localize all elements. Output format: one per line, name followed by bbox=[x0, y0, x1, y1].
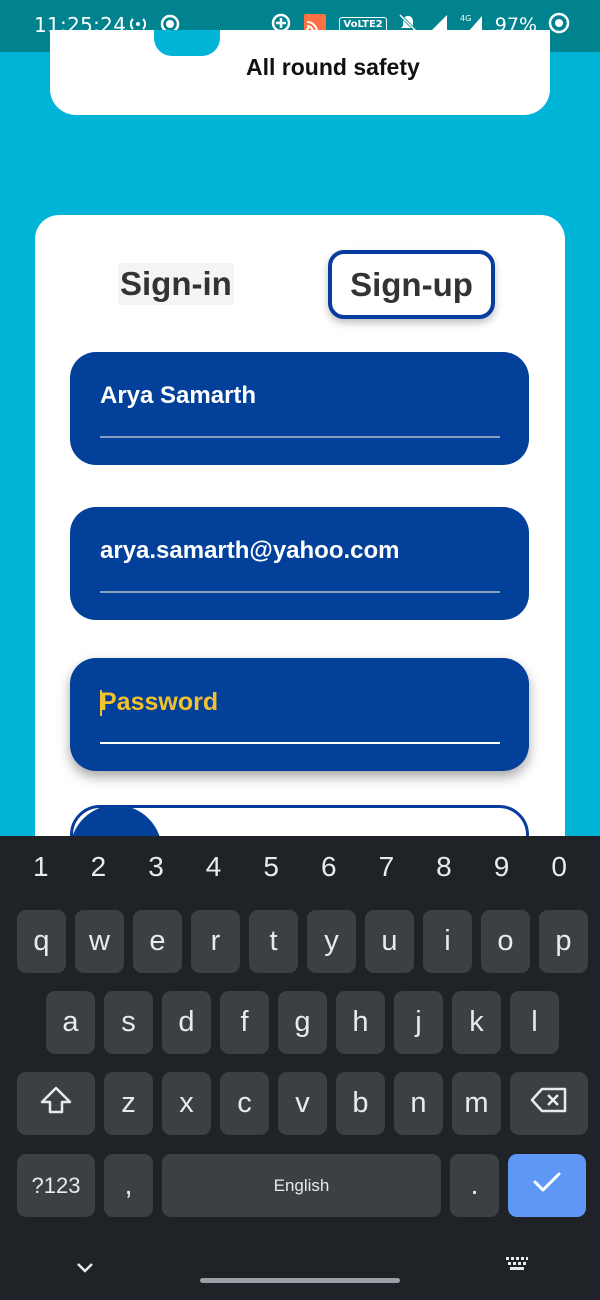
key-o[interactable]: o bbox=[481, 910, 530, 973]
svg-text:4G: 4G bbox=[460, 14, 471, 23]
key-l[interactable]: l bbox=[510, 991, 559, 1054]
shift-icon bbox=[39, 1085, 73, 1123]
key-e[interactable]: e bbox=[133, 910, 182, 973]
key-4[interactable]: 4 bbox=[185, 851, 242, 891]
key-b[interactable]: b bbox=[336, 1072, 385, 1135]
password-underline bbox=[100, 742, 500, 744]
comma-key[interactable]: , bbox=[104, 1154, 153, 1217]
auth-card: Sign-in Sign-up Arya Samarth arya.samart… bbox=[35, 215, 565, 915]
soft-keyboard: 1 2 3 4 5 6 7 8 9 0 q w e r t y u i o p … bbox=[0, 836, 600, 1300]
key-n[interactable]: n bbox=[394, 1072, 443, 1135]
key-u[interactable]: u bbox=[365, 910, 414, 973]
email-underline bbox=[100, 591, 500, 593]
key-f[interactable]: f bbox=[220, 991, 269, 1054]
navigation-bar bbox=[0, 1236, 600, 1300]
symbols-key[interactable]: ?123 bbox=[17, 1154, 95, 1217]
key-d[interactable]: d bbox=[162, 991, 211, 1054]
key-3[interactable]: 3 bbox=[127, 851, 184, 891]
name-field[interactable]: Arya Samarth bbox=[70, 352, 529, 465]
key-6[interactable]: 6 bbox=[300, 851, 357, 891]
key-9[interactable]: 9 bbox=[473, 851, 530, 891]
backspace-icon bbox=[530, 1087, 568, 1121]
tab-signup[interactable]: Sign-up bbox=[328, 250, 495, 319]
key-row-3: z x c v b n m bbox=[17, 1072, 588, 1135]
key-c[interactable]: c bbox=[220, 1072, 269, 1135]
check-icon bbox=[532, 1169, 562, 1202]
email-value: arya.samarth@yahoo.com bbox=[100, 537, 400, 564]
backspace-key[interactable] bbox=[510, 1072, 588, 1135]
feature-text: All round safety bbox=[246, 54, 420, 80]
password-field[interactable]: Password bbox=[70, 658, 529, 771]
email-field[interactable]: arya.samarth@yahoo.com bbox=[70, 507, 529, 620]
key-5[interactable]: 5 bbox=[243, 851, 300, 891]
space-key[interactable]: English bbox=[162, 1154, 441, 1217]
key-j[interactable]: j bbox=[394, 991, 443, 1054]
key-x[interactable]: x bbox=[162, 1072, 211, 1135]
key-8[interactable]: 8 bbox=[415, 851, 472, 891]
key-m[interactable]: m bbox=[452, 1072, 501, 1135]
number-row: 1 2 3 4 5 6 7 8 9 0 bbox=[0, 851, 600, 891]
key-v[interactable]: v bbox=[278, 1072, 327, 1135]
key-q[interactable]: q bbox=[17, 910, 66, 973]
key-i[interactable]: i bbox=[423, 910, 472, 973]
key-t[interactable]: t bbox=[249, 910, 298, 973]
key-row-2: a s d f g h j k l bbox=[46, 991, 559, 1054]
enter-key[interactable] bbox=[508, 1154, 586, 1217]
key-row-4: ?123 , English . bbox=[17, 1154, 586, 1217]
key-z[interactable]: z bbox=[104, 1072, 153, 1135]
tab-signin[interactable]: Sign-in bbox=[118, 263, 234, 305]
key-w[interactable]: w bbox=[75, 910, 124, 973]
key-y[interactable]: y bbox=[307, 910, 356, 973]
key-0[interactable]: 0 bbox=[531, 851, 588, 891]
key-r[interactable]: r bbox=[191, 910, 240, 973]
key-s[interactable]: s bbox=[104, 991, 153, 1054]
keyboard-hide-icon[interactable] bbox=[76, 1254, 94, 1278]
name-value: Arya Samarth bbox=[100, 382, 257, 409]
password-placeholder: Password bbox=[100, 688, 219, 716]
key-k[interactable]: k bbox=[452, 991, 501, 1054]
key-1[interactable]: 1 bbox=[12, 851, 69, 891]
key-p[interactable]: p bbox=[539, 910, 588, 973]
shift-key[interactable] bbox=[17, 1072, 95, 1135]
key-7[interactable]: 7 bbox=[358, 851, 415, 891]
key-h[interactable]: h bbox=[336, 991, 385, 1054]
period-key[interactable]: . bbox=[450, 1154, 499, 1217]
battery-icon bbox=[548, 12, 570, 38]
keyboard-switch-icon[interactable] bbox=[505, 1256, 529, 1276]
feature-card: All round safety bbox=[50, 30, 550, 115]
key-g[interactable]: g bbox=[278, 991, 327, 1054]
home-handle[interactable] bbox=[200, 1278, 400, 1283]
text-cursor bbox=[100, 689, 102, 716]
key-row-1: q w e r t y u i o p bbox=[17, 910, 588, 973]
key-2[interactable]: 2 bbox=[70, 851, 127, 891]
key-a[interactable]: a bbox=[46, 991, 95, 1054]
feature-icon bbox=[154, 30, 220, 56]
password-input[interactable]: Password bbox=[100, 688, 218, 717]
name-underline bbox=[100, 436, 500, 438]
